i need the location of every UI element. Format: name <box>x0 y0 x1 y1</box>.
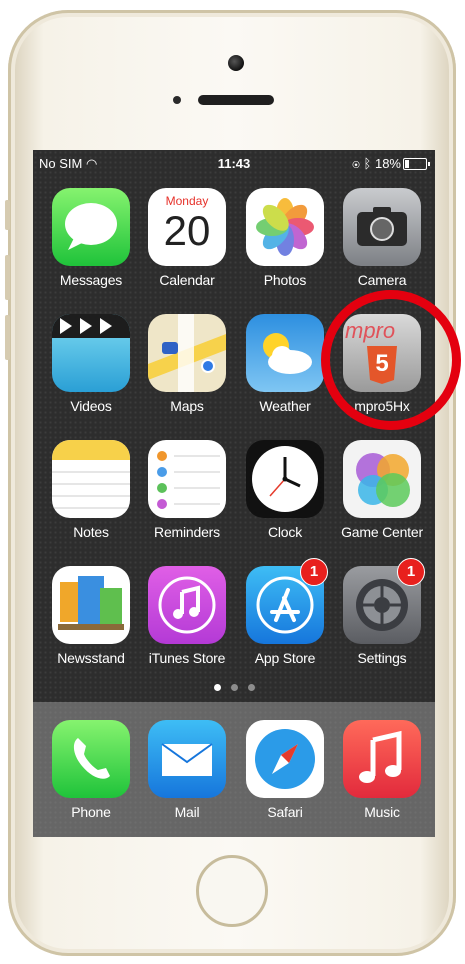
app-videos[interactable]: Videos <box>45 314 137 414</box>
newsstand-icon <box>52 566 130 644</box>
app-label: iTunes Store <box>148 650 226 666</box>
app-label: Camera <box>357 272 407 288</box>
calendar-icon: Monday 20 <box>148 188 226 266</box>
app-label: App Store <box>254 650 316 666</box>
app-label: Reminders <box>154 524 220 540</box>
game-center-icon <box>343 440 421 518</box>
app-newsstand[interactable]: Newsstand <box>45 566 137 666</box>
app-app-store[interactable]: 1 App Store <box>239 558 331 666</box>
app-settings[interactable]: 1 Settings <box>336 558 428 666</box>
calendar-weekday: Monday <box>165 194 209 208</box>
calendar-day: 20 <box>163 207 211 254</box>
app-label: Game Center <box>341 524 423 540</box>
photos-icon <box>246 188 324 266</box>
app-calendar[interactable]: Monday 20 Calendar <box>141 188 233 288</box>
music-icon <box>343 720 421 798</box>
reminders-icon <box>148 440 226 518</box>
volume-up-button <box>5 255 10 300</box>
camera-icon <box>343 188 421 266</box>
page-dot <box>213 684 221 691</box>
volume-down-button <box>5 315 10 360</box>
earpiece-speaker <box>198 95 274 105</box>
app-label: Mail <box>174 804 200 820</box>
page-dot <box>230 684 238 691</box>
app-camera[interactable]: Camera <box>336 188 428 288</box>
app-label: Notes <box>73 524 109 540</box>
notes-icon <box>52 440 130 518</box>
phone-icon <box>52 720 130 798</box>
app-messages[interactable]: Messages <box>45 188 137 288</box>
lock-rotation-icon: ◉ <box>352 156 360 171</box>
app-game-center[interactable]: Game Center <box>336 440 428 540</box>
app-label: Videos <box>70 398 112 414</box>
app-label: Weather <box>259 398 311 414</box>
app-label: Photos <box>263 272 307 288</box>
notification-badge: 1 <box>300 558 328 586</box>
clock-icon <box>246 440 324 518</box>
dock-app-phone[interactable]: Phone <box>45 720 137 820</box>
app-photos[interactable]: Photos <box>239 188 331 288</box>
app-label: Clock <box>267 524 302 540</box>
bluetooth-icon: ᛒ <box>363 156 372 171</box>
page-dot <box>247 684 255 691</box>
dock: Phone Mail Safari Music <box>33 702 435 837</box>
messages-icon <box>52 188 130 266</box>
front-camera <box>228 55 244 71</box>
safari-icon <box>246 720 324 798</box>
app-clock[interactable]: Clock <box>239 440 331 540</box>
videos-icon <box>52 314 130 392</box>
app-maps[interactable]: Maps <box>141 314 233 414</box>
app-label: Maps <box>170 398 204 414</box>
battery-level-fill <box>405 160 409 168</box>
proximity-sensor <box>173 96 181 104</box>
app-label: Settings <box>357 650 407 666</box>
app-weather[interactable]: Weather <box>239 314 331 414</box>
home-button[interactable] <box>196 855 268 927</box>
highlight-circle <box>321 290 461 430</box>
mail-icon <box>148 720 226 798</box>
app-label: Safari <box>267 804 303 820</box>
app-notes[interactable]: Notes <box>45 440 137 540</box>
dock-app-music[interactable]: Music <box>336 720 428 820</box>
app-label: Newsstand <box>57 650 125 666</box>
page-indicator[interactable] <box>33 678 435 696</box>
itunes-store-icon <box>148 566 226 644</box>
dock-app-mail[interactable]: Mail <box>141 720 233 820</box>
app-reminders[interactable]: Reminders <box>141 440 233 540</box>
battery-percent: ◉ ᛒ 18% <box>352 156 401 171</box>
mute-switch <box>5 200 10 230</box>
battery-icon <box>403 158 430 170</box>
home-screen: No SIM ◠ 11:43 ◉ ᛒ 18% Messages Monday 2… <box>33 150 435 837</box>
weather-icon <box>246 314 324 392</box>
app-label: Music <box>364 804 400 820</box>
status-bar: No SIM ◠ 11:43 ◉ ᛒ 18% <box>33 150 435 176</box>
maps-icon <box>148 314 226 392</box>
app-label: Messages <box>59 272 123 288</box>
notification-badge: 1 <box>397 558 425 586</box>
dock-app-safari[interactable]: Safari <box>239 720 331 820</box>
app-label: Phone <box>71 804 111 820</box>
app-itunes-store[interactable]: iTunes Store <box>141 566 233 666</box>
app-label: Calendar <box>159 272 215 288</box>
